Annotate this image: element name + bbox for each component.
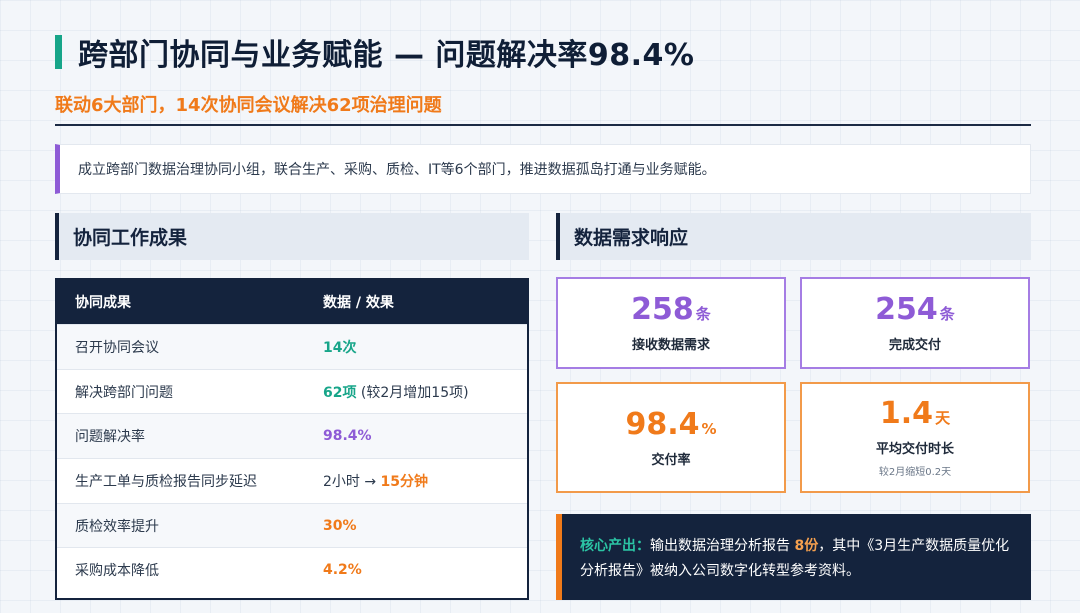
stat-note: 较2月缩短0.2天 <box>878 467 952 478</box>
row-value: 62项 (较2月增加15项) <box>323 382 527 402</box>
table-row: 采购成本降低 4.2% <box>57 547 527 592</box>
value-text: 15分钟 <box>380 473 429 490</box>
title-accent-bar <box>55 35 62 69</box>
row-item: 召开协同会议 <box>75 339 159 356</box>
table-row: 解决跨部门问题 62项 (较2月增加15项) <box>57 368 527 414</box>
row-value: 2小时 → 15分钟 <box>323 471 527 491</box>
section-title: 数据需求响应 <box>574 227 689 249</box>
stat-label: 交付率 <box>651 452 691 468</box>
results-table: 协同成果 数据 / 效果 召开协同会议 14次 解决跨部门问题 62项 (较2月… <box>55 278 529 600</box>
stat-card-delivery-rate: 98.4% 交付率 <box>556 382 786 493</box>
row-value: 4.2% <box>323 562 527 578</box>
core-output-text: 输出数据治理分析报告 <box>650 538 795 554</box>
core-output-callout: 核心产出：输出数据治理分析报告 8份，其中《3月生产数据质量优化分析报告》被纳入… <box>556 514 1031 600</box>
stat-label: 平均交付时长 <box>875 442 954 457</box>
row-item: 采购成本降低 <box>75 563 159 580</box>
page-subtitle: 联动6大部门，14次协同会议解决62项治理问题 <box>55 95 442 116</box>
header-divider <box>55 124 1031 126</box>
stat-card-received: 258 条 接收数据需求 <box>556 277 786 369</box>
row-item: 解决跨部门问题 <box>75 384 173 401</box>
page-title: 跨部门协同与业务赋能 — 问题解决率98.4% <box>78 38 695 73</box>
value-text: 14次 <box>323 339 357 356</box>
value-text: 98.4% <box>323 428 372 445</box>
value-note: (较2月增加15项) <box>356 384 469 401</box>
stat-card-avg-delivery-time: 1.4 天 平均交付时长 较2月缩短0.2天 <box>800 382 1030 493</box>
core-output-highlight: 8份 <box>794 538 819 554</box>
column-header: 数据 / 效果 <box>323 295 394 311</box>
stat-value: 258 条 <box>631 292 711 327</box>
value-prefix: 2小时 → <box>323 473 381 490</box>
row-item: 生产工单与质检报告同步延迟 <box>75 473 257 490</box>
table-row: 问题解决率 98.4% <box>57 413 527 459</box>
row-item: 问题解决率 <box>75 429 145 446</box>
stat-label: 接收数据需求 <box>631 338 710 353</box>
section-title: 协同工作成果 <box>73 227 188 249</box>
stat-label: 完成交付 <box>888 338 941 353</box>
section-header-collaboration: 协同工作成果 <box>55 213 529 260</box>
table-row: 生产工单与质检报告同步延迟 2小时 → 15分钟 <box>57 458 527 503</box>
title-row: 跨部门协同与业务赋能 — 问题解决率98.4% <box>55 30 694 74</box>
table-row: 质检效率提升 30% <box>57 502 527 548</box>
table-header: 协同成果 数据 / 效果 <box>57 280 527 324</box>
value-text: 62项 <box>323 384 357 401</box>
stat-value: 254 条 <box>875 292 955 327</box>
core-output-label: 核心产出： <box>580 538 650 554</box>
row-value: 14次 <box>323 337 527 357</box>
section-header-data-requests: 数据需求响应 <box>556 213 1031 260</box>
row-value: 30% <box>323 518 527 534</box>
stat-card-delivered: 254 条 完成交付 <box>800 277 1030 369</box>
stat-value: 98.4% <box>625 406 717 442</box>
value-text: 4.2% <box>323 562 362 579</box>
intro-text: 成立跨部门数据治理协同小组，联合生产、采购、质检、IT等6个部门，推进数据孤岛打… <box>78 162 716 178</box>
value-text: 30% <box>323 517 357 534</box>
row-value: 98.4% <box>323 428 527 444</box>
column-header: 协同成果 <box>75 295 131 311</box>
intro-callout: 成立跨部门数据治理协同小组，联合生产、采购、质检、IT等6个部门，推进数据孤岛打… <box>55 144 1031 194</box>
row-item: 质检效率提升 <box>75 518 159 535</box>
stat-value: 1.4 天 <box>879 396 951 431</box>
table-row: 召开协同会议 14次 <box>57 324 527 369</box>
